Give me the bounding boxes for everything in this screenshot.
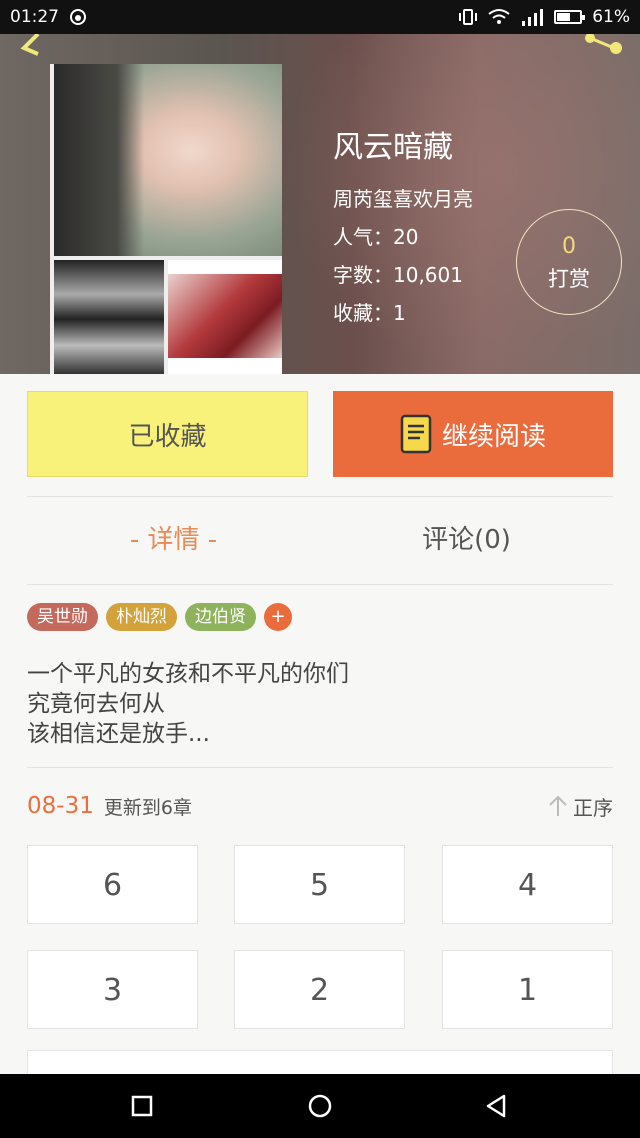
continue-reading-label: 继续阅读 xyxy=(441,421,546,452)
update-text: 更新到6章 xyxy=(103,796,192,819)
battery-percent: 61% xyxy=(592,7,630,27)
battery-icon xyxy=(554,10,586,24)
system-nav-bar xyxy=(0,1074,640,1138)
reward-label: 打赏 xyxy=(548,267,590,291)
chapter-item[interactable]: 4 xyxy=(442,845,613,924)
sort-order-label: 正序 xyxy=(573,795,613,820)
add-tag-button[interactable]: + xyxy=(264,603,292,631)
share-icon[interactable] xyxy=(580,34,630,60)
chapter-item[interactable]: 5 xyxy=(234,845,405,924)
up-arrow-icon xyxy=(549,795,567,816)
book-info: 风云暗藏 周芮玺喜欢月亮 人气：20 字数：10,601 收藏：1 xyxy=(333,122,473,332)
tag-list: 吴世勋 朴灿烈 边伯贤 + xyxy=(27,603,292,631)
book-description: 一个平凡的女孩和不平凡的你们 究竟何去何从 该相信还是放手... xyxy=(27,659,349,749)
status-bar: 01:27 61% xyxy=(0,0,640,34)
app-notification-icon xyxy=(70,9,86,25)
reward-button[interactable]: 0 打赏 xyxy=(516,209,622,315)
reward-count: 0 xyxy=(562,234,576,259)
book-cover-image xyxy=(50,64,282,374)
chapter-item[interactable]: 2 xyxy=(234,950,405,1029)
tag[interactable]: 吴世勋 xyxy=(27,603,98,631)
book-favorites: 收藏：1 xyxy=(333,301,406,325)
vibrate-icon xyxy=(459,9,478,25)
square-icon xyxy=(131,1095,153,1117)
tag[interactable]: 朴灿烈 xyxy=(106,603,177,631)
update-date: 08-31 xyxy=(27,793,94,819)
tab-detail[interactable]: - 详情 - xyxy=(27,497,320,583)
collected-button[interactable]: 已收藏 xyxy=(27,391,308,477)
book-header: 风云暗藏 周芮玺喜欢月亮 人气：20 字数：10,601 收藏：1 0 打赏 xyxy=(0,34,640,374)
continue-reading-button[interactable]: 继续阅读 xyxy=(333,391,613,477)
circle-icon xyxy=(308,1094,332,1118)
tab-comments[interactable]: 评论(0) xyxy=(320,497,613,583)
chapter-item[interactable]: 1 xyxy=(442,950,613,1029)
back-button[interactable] xyxy=(466,1074,526,1138)
recent-apps-button[interactable] xyxy=(112,1074,172,1138)
status-time: 01:27 xyxy=(10,7,59,27)
book-popularity: 人气：20 xyxy=(333,225,419,249)
triangle-back-icon xyxy=(486,1094,506,1118)
signal-icon xyxy=(522,9,544,26)
book-title: 风云暗藏 xyxy=(333,130,453,165)
collected-button-label: 已收藏 xyxy=(128,421,207,452)
description-line: 一个平凡的女孩和不平凡的你们 xyxy=(27,661,349,687)
chapter-item[interactable]: 3 xyxy=(27,950,198,1029)
description-line: 该相信还是放手... xyxy=(27,721,210,747)
book-icon xyxy=(400,414,432,454)
chapter-item[interactable]: 6 xyxy=(27,845,198,924)
divider xyxy=(27,584,613,585)
home-button[interactable] xyxy=(290,1074,350,1138)
back-arrow-icon[interactable] xyxy=(14,34,54,60)
book-word-count: 字数：10,601 xyxy=(333,263,463,287)
update-row: 08-31 更新到6章 正序 xyxy=(27,786,613,826)
book-author[interactable]: 周芮玺喜欢月亮 xyxy=(333,180,473,218)
sort-order-button[interactable]: 正序 xyxy=(547,792,613,821)
description-line: 究竟何去何从 xyxy=(27,691,165,717)
wifi-icon xyxy=(488,9,510,24)
tag[interactable]: 边伯贤 xyxy=(185,603,256,631)
divider xyxy=(27,767,613,768)
